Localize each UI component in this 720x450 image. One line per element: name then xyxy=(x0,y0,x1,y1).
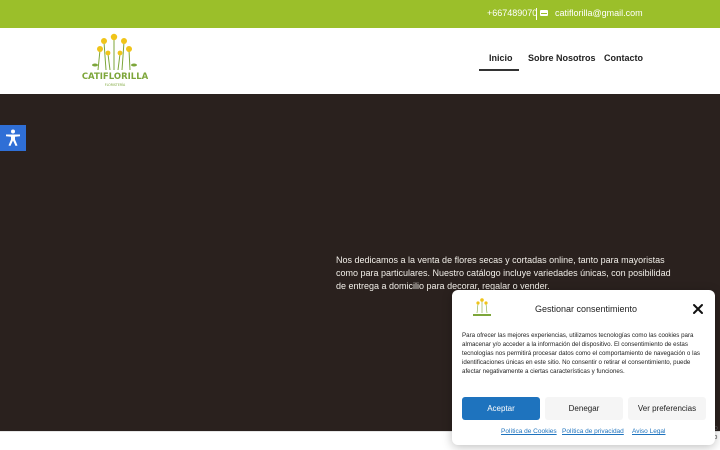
privacy-policy-link[interactable]: Política de privacidad xyxy=(562,428,624,435)
legal-notice-link[interactable]: Aviso Legal xyxy=(632,428,666,435)
logo-wordmark: CATIFLORILLA xyxy=(82,72,148,82)
accept-button[interactable]: Aceptar xyxy=(462,397,540,420)
site-header: CATIFLORILLA FLORISTERÍA Inicio Sobre No… xyxy=(0,28,720,94)
nav-contacto[interactable]: Contacto xyxy=(604,53,643,63)
logo-subtext: FLORISTERÍA xyxy=(105,82,126,87)
accessibility-button[interactable] xyxy=(0,125,26,151)
phone-number[interactable]: +667489070 xyxy=(487,8,537,18)
nav-active-indicator xyxy=(479,69,519,71)
consent-logo-icon xyxy=(473,298,491,316)
cookie-consent-dialog: Gestionar consentimiento Para ofrecer la… xyxy=(452,290,715,445)
nav-sobre-nosotros[interactable]: Sobre Nosotros xyxy=(528,53,596,63)
consent-title: Gestionar consentimiento xyxy=(535,304,638,314)
top-contact-bar: +667489070 catiflorilla@gmail.com xyxy=(0,0,720,28)
contact-separator xyxy=(536,8,537,20)
nav-inicio[interactable]: Inicio xyxy=(489,53,513,63)
close-icon[interactable] xyxy=(692,303,704,315)
accessibility-icon xyxy=(6,129,20,146)
cookie-policy-link[interactable]: Política de Cookies xyxy=(501,428,557,435)
hero-description: Nos dedicamos a la venta de flores secas… xyxy=(336,255,671,291)
view-preferences-button[interactable]: Ver preferencias xyxy=(628,397,706,420)
consent-body: Para ofrecer las mejores experiencias, u… xyxy=(462,332,701,375)
site-logo[interactable]: CATIFLORILLA FLORISTERÍA xyxy=(82,32,149,88)
deny-button[interactable]: Denegar xyxy=(545,397,623,420)
flower-logo-icon: CATIFLORILLA FLORISTERÍA xyxy=(82,33,149,87)
email-link[interactable]: catiflorilla@gmail.com xyxy=(555,8,643,18)
envelope-icon xyxy=(540,10,548,16)
